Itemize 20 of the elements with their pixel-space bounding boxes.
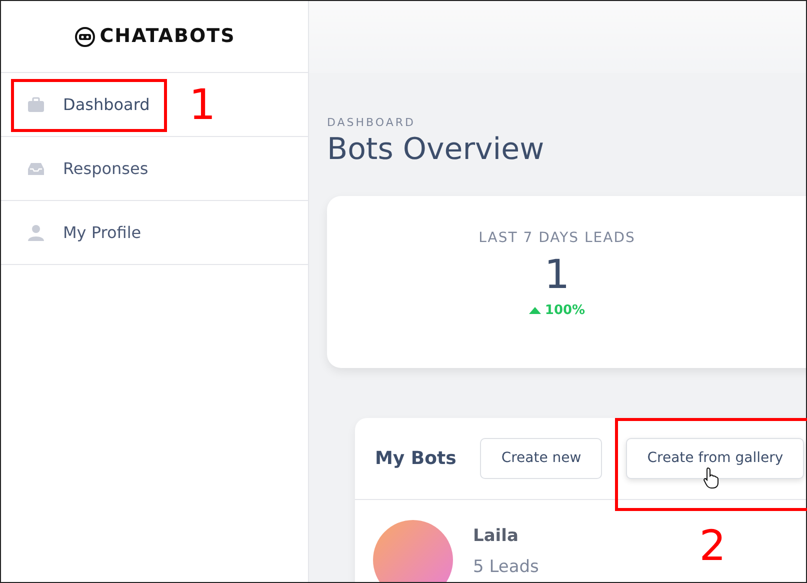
stat-change: 100% [528, 300, 586, 320]
briefcase-icon [27, 96, 45, 114]
step-number: 2 [699, 524, 726, 566]
sidebar-item[interactable]: My Profile [1, 201, 308, 265]
step-number: 1 [189, 84, 216, 126]
stat-label: LAST 7 DAYS LEADS [478, 228, 636, 248]
breadcrumb: DASHBOARD [327, 115, 417, 131]
robot-logo-icon [74, 26, 96, 48]
create-button[interactable]: Create from gallery [626, 438, 804, 478]
hand-cursor-icon [703, 466, 720, 488]
bot-leads: 5 Leads [473, 556, 539, 579]
page-title: Bots Overview [327, 132, 546, 168]
brand-logo: CHATABOTS [100, 24, 236, 50]
create-button[interactable]: Create new [480, 438, 602, 478]
sidebar-item[interactable]: Responses [1, 137, 308, 201]
user-icon [27, 224, 45, 242]
bot-name[interactable]: Laila [473, 524, 539, 549]
panel-title: My Bots [375, 446, 456, 470]
up-triangle-icon [528, 305, 541, 316]
stat-value: 1 [544, 250, 570, 300]
